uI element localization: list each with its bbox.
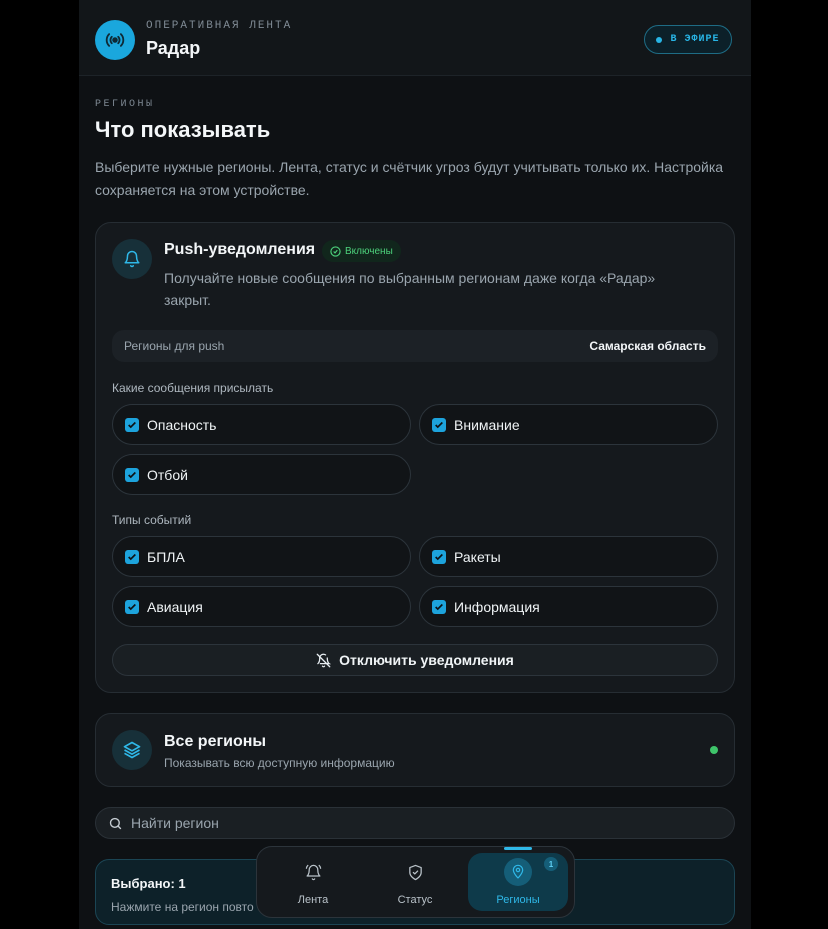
radar-logo-icon [95, 20, 135, 60]
live-status-label: В ЭФИРЕ [670, 34, 720, 45]
events-group-label: Типы событий [112, 513, 192, 527]
option-label: БПЛА [147, 548, 185, 565]
checkbox-checked-icon[interactable] [432, 599, 446, 614]
option-label: Ракеты [454, 548, 501, 565]
bell-icon [112, 239, 152, 279]
option-attention[interactable]: Внимание [419, 404, 718, 445]
push-notifications-card: Push-уведомления Включены Получайте новы… [95, 222, 735, 693]
option-missiles[interactable]: Ракеты [419, 536, 718, 577]
all-regions-title: Все регионы [164, 733, 267, 750]
selected-hint: Нажмите на регион повто [111, 900, 254, 914]
checkbox-checked-icon[interactable] [432, 417, 446, 432]
nav-badge: 1 [544, 857, 558, 871]
page-description: Выберите нужные регионы. Лента, статус и… [95, 159, 724, 198]
option-danger[interactable]: Опасность [112, 404, 411, 445]
option-label: Авиация [147, 598, 203, 615]
messages-group-label: Какие сообщения присылать [112, 381, 274, 395]
nav-label: Статус [397, 894, 433, 906]
checkbox-checked-icon[interactable] [125, 417, 139, 432]
all-regions-card[interactable]: Все регионы Показывать всю доступную инф… [95, 713, 735, 787]
header-eyebrow: ОПЕРАТИВНАЯ ЛЕНТА [146, 20, 293, 32]
page-title: Что показывать [95, 117, 271, 142]
app-window: ОПЕРАТИВНАЯ ЛЕНТА Радар В ЭФИРЕ РЕГИОНЫ … [79, 0, 751, 929]
option-label: Опасность [147, 416, 217, 433]
nav-item-status[interactable]: Статус [365, 853, 465, 911]
search-input[interactable] [131, 815, 691, 831]
push-title: Push-уведомления [164, 241, 316, 258]
map-pin-user-icon [504, 858, 532, 886]
checkbox-checked-icon[interactable] [125, 599, 139, 614]
live-dot-icon [656, 36, 663, 43]
nav-label: Регионы [496, 894, 540, 906]
search-icon [109, 817, 122, 829]
nav-item-regions[interactable]: Регионы 1 [468, 847, 568, 911]
bell-off-icon [316, 653, 332, 667]
push-regions-value: Самарская область [589, 339, 706, 353]
checkbox-checked-icon[interactable] [432, 549, 446, 564]
option-information[interactable]: Информация [419, 586, 718, 627]
option-all-clear[interactable]: Отбой [112, 454, 411, 495]
bottom-navigation: Лента Статус Регионы 1 [256, 846, 575, 918]
shield-check-icon [401, 858, 429, 886]
check-circle-icon [330, 245, 341, 257]
option-label: Внимание [454, 416, 520, 433]
app-title: Радар [146, 38, 201, 58]
layers-icon [112, 730, 152, 770]
all-regions-subtitle: Показывать всю доступную информацию [164, 756, 395, 770]
checkbox-checked-icon[interactable] [125, 549, 139, 564]
nav-label: Лента [297, 894, 329, 906]
region-search[interactable] [95, 807, 735, 839]
selected-count: Выбрано: 1 [111, 876, 186, 891]
bell-ring-icon [299, 858, 327, 886]
push-regions-label: Регионы для push [124, 339, 225, 353]
checkbox-checked-icon[interactable] [125, 467, 139, 482]
active-indicator [504, 847, 532, 850]
push-regions-row[interactable]: Регионы для push Самарская область [112, 330, 718, 362]
section-label: РЕГИОНЫ [95, 99, 155, 110]
option-label: Информация [454, 598, 540, 615]
app-header: ОПЕРАТИВНАЯ ЛЕНТА Радар В ЭФИРЕ [79, 0, 751, 76]
disable-notifications-label: Отключить уведомления [339, 652, 514, 668]
option-drones[interactable]: БПЛА [112, 536, 411, 577]
push-status-label: Включены [345, 245, 393, 257]
option-label: Отбой [147, 466, 188, 483]
push-status-badge: Включены [322, 240, 401, 262]
disable-notifications-button[interactable]: Отключить уведомления [112, 644, 718, 676]
option-aviation[interactable]: Авиация [112, 586, 411, 627]
push-description: Получайте новые сообщения по выбранным р… [164, 270, 656, 308]
live-status-badge[interactable]: В ЭФИРЕ [644, 25, 732, 54]
active-dot-icon [710, 746, 718, 754]
nav-item-feed[interactable]: Лента [263, 853, 363, 911]
